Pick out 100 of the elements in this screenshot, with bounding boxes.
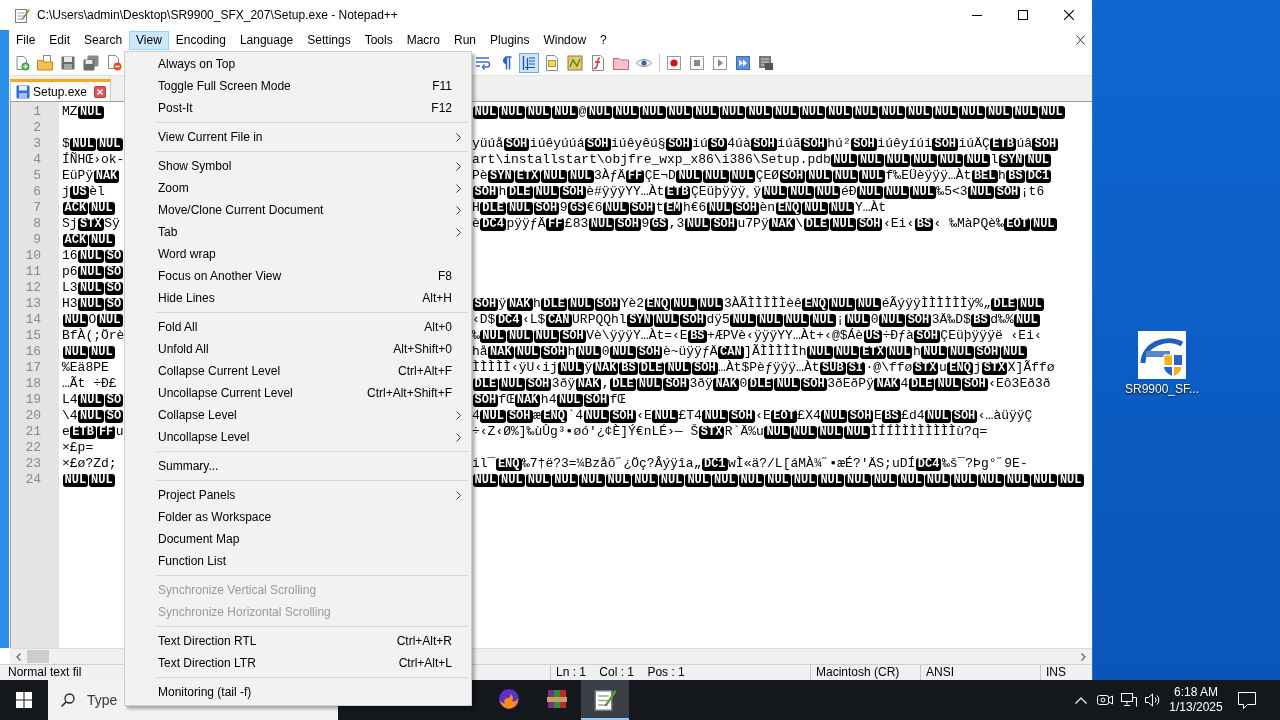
control-character: NUL [774,377,801,391]
control-character: NUL [499,105,525,119]
code-text: iú [692,136,708,152]
code-text: éÐ [840,184,857,200]
code-text: úâ [1016,136,1032,152]
control-character: NUL [855,297,882,311]
code-text: ¡ [836,312,845,328]
code-text: ‹E [636,408,652,424]
control-character: SOH [583,393,610,407]
code-text: Y…Àt [854,200,887,216]
code-text: L3 [62,280,78,296]
shortcut-text: F8 [438,269,452,283]
control-character: NUL [910,185,936,199]
code-text: art\installstart\objfre_wxp_x86\i386\Setup.pdb [472,152,831,168]
code-text: 3ÀÃÌÌÌÌÌèê [723,296,802,312]
control-character: NUL [844,425,870,439]
code-text: èn [759,200,776,216]
control-character: NUL [62,473,89,487]
code-text: £83 [564,216,589,232]
control-character: NUL [857,153,884,167]
control-character: SOH [729,409,755,423]
code-text: è#ÿÿÿYY…Àt [586,184,665,200]
code-text: ‰7†ë?3=¼Bzåõ˝¿Öç?Âýÿîa„ [522,456,702,472]
status-text: Normal text fil [7,665,83,680]
code-text: wÌ«ä?/L[áMÀ¾˝▪æÉ?'ÄS;uDÍ [728,456,916,472]
control-character: NUL [951,473,978,487]
shortcut-text: Alt+H [422,291,452,305]
line-number: 1 [32,104,42,120]
control-character: NUL [632,473,658,487]
control-character: NUL [62,313,89,327]
code-text: h€6 [682,200,707,216]
control-character: SOH [801,137,827,151]
control-character: ENQ [495,457,522,471]
control-character: GS [649,217,669,231]
code-text: L4 [62,392,78,408]
line-number: 9 [32,232,42,248]
control-character: NUL [814,185,841,199]
control-character: NUL [844,313,871,327]
control-character: EOT [771,409,797,423]
code-text: URPQQhl [572,312,627,328]
control-character: NUL [712,473,738,487]
control-character: US [70,185,89,199]
code-text: ×£ø?Zd; [62,456,117,472]
code-text: H3 [62,296,78,312]
control-character: NUL [506,329,533,343]
control-character: NUL [70,137,96,151]
shortcut-text: Ctrl+Alt+Shift+F [366,386,452,400]
control-character: SO [104,281,124,295]
control-character: SUB [820,361,846,375]
control-character: NUL [78,105,104,119]
code-text: f‰EÜèÿÿÿ…Àt [885,168,972,184]
code-text: ÇEüþÿÿÿë ‹Ei‹ [940,328,1042,344]
control-character: BS [914,217,934,231]
control-character: NUL [783,313,810,327]
code-text: ÿ [584,360,593,376]
control-character: NUL [96,313,123,327]
control-character: NUL [605,473,632,487]
control-character: NUL [78,297,104,311]
control-character: ENQ [775,201,802,215]
control-character: NUL [818,473,845,487]
control-character: SOH [905,313,932,327]
control-character: SOH [472,185,499,199]
control-character: NUL [906,105,932,119]
shortcut-text: Ctrl+Alt+R [396,634,452,648]
control-character: ACK [62,201,89,215]
control-character: SOH [851,137,877,151]
control-character: NUL [791,473,818,487]
control-character: STX [78,217,104,231]
code-text: èl [89,184,105,200]
control-character: NUL [879,105,906,119]
control-character: NUL [653,313,680,327]
line-number: 10 [24,248,42,264]
line-number: 15 [24,328,42,344]
control-character: NUL [738,473,765,487]
control-character: NUL [89,473,115,487]
control-character: NUL [78,249,104,263]
control-character: SOH [533,201,560,215]
code-text: 3ÀƒÄ [594,168,626,184]
line-number: 4 [32,152,42,168]
control-character: NUL [602,201,629,215]
control-character: NUL [658,473,685,487]
control-character: NUL [639,105,666,119]
control-character: NUL [693,105,719,119]
line-number: 19 [24,392,42,408]
control-character: NUL [89,345,115,359]
control-character: NUL [552,473,578,487]
code-text: X]Ãffø [1007,360,1055,376]
code-text: ‹ ‰MàPQè‰ [933,216,1004,232]
control-character: NUL [78,265,104,279]
control-character: SOH [680,313,706,327]
control-character: CAN [545,313,572,327]
control-character: NUL [764,425,790,439]
control-character: NUL [1014,313,1040,327]
code-text: ‹D$ [472,312,496,328]
code-text: è [472,216,480,232]
control-character: NUL [652,409,678,423]
code-text: hå [472,344,488,360]
code-text: h [567,344,576,360]
code-text: ·@\ffø [865,360,913,376]
code-text: …Àt$Pèƒÿÿÿ…Àt [718,360,820,376]
